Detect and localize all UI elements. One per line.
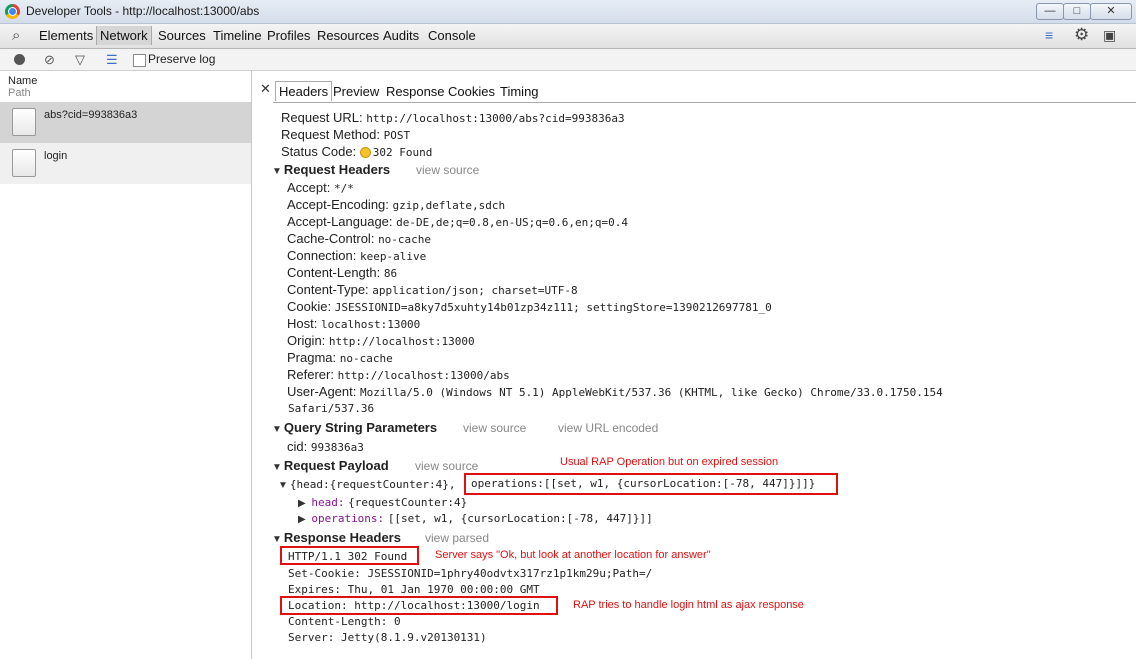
status-dot-icon <box>359 147 371 159</box>
tab-audits[interactable]: Audits <box>383 28 419 43</box>
request-name: abs?cid=993836a3 <box>44 109 138 121</box>
header-cookie: Cookie: JSESSIONID=a8ky7d5xuhty14b01zp34… <box>287 299 772 314</box>
request-row[interactable]: abs?cid=993836a3 <box>0 102 251 143</box>
devtools-toolbar: ⌕ Elements Network Sources Timeline Prof… <box>0 24 1136 49</box>
tab-cookies[interactable]: Cookies <box>448 84 495 99</box>
request-name: login <box>44 150 68 162</box>
document-icon <box>12 108 36 136</box>
view-url-encoded-link[interactable]: view URL encoded <box>558 421 658 435</box>
annotation-payload: Usual RAP Operation but on expired sessi… <box>560 456 779 468</box>
header-accept: Accept: */* <box>287 180 354 195</box>
tab-resources[interactable]: Resources <box>317 28 379 43</box>
query-param-cid: cid: 993836a3 <box>287 439 364 454</box>
tab-response[interactable]: Response <box>386 84 445 99</box>
window-titlebar: Developer Tools - http://localhost:13000… <box>0 0 1136 24</box>
tab-console[interactable]: Console <box>428 28 476 43</box>
record-icon[interactable] <box>14 54 25 65</box>
tab-sources[interactable]: Sources <box>158 28 206 43</box>
view-source-link[interactable]: view source <box>415 459 478 473</box>
search-icon[interactable]: ⌕ <box>12 27 20 44</box>
payload-operations-node[interactable]: ▶ operations: [[set, w1, {cursorLocation… <box>298 510 653 525</box>
minimize-button[interactable]: — <box>1036 3 1064 20</box>
payload-summary[interactable]: ▼ {head:{requestCounter:4}, <box>278 476 455 491</box>
request-headers-section[interactable]: ▼ Request Headers <box>272 162 390 177</box>
view-parsed-link[interactable]: view parsed <box>425 531 489 545</box>
triangle-right-icon: ▶ <box>298 498 306 509</box>
tab-profiles[interactable]: Profiles <box>267 28 310 43</box>
response-server: Server: Jetty(8.1.9.v20130131) <box>288 631 487 644</box>
payload-head-node[interactable]: ▶ head: {requestCounter:4} <box>298 494 467 509</box>
header-content-type: Content-Type: application/json; charset=… <box>287 282 578 297</box>
preserve-log-checkbox[interactable] <box>133 54 146 67</box>
tab-timeline[interactable]: Timeline <box>213 28 262 43</box>
response-expires: Expires: Thu, 01 Jan 1970 00:00:00 GMT <box>288 583 540 596</box>
response-content-length: Content-Length: 0 <box>288 615 401 628</box>
triangle-down-icon: ▼ <box>272 534 282 545</box>
preserve-log-label: Preserve log <box>148 52 216 66</box>
tab-divider <box>273 102 1136 103</box>
path-column-label: Path <box>8 87 31 99</box>
document-icon <box>12 149 36 177</box>
response-status-line: HTTP/1.1 302 Found <box>288 550 408 563</box>
header-accept-encoding: Accept-Encoding: gzip,deflate,sdch <box>287 197 506 212</box>
query-params-section[interactable]: ▼ Query String Parameters <box>272 420 437 435</box>
network-toolbar: ⊘ ▽ ☰ Preserve log <box>0 49 1136 71</box>
column-header[interactable]: Name Path <box>8 75 37 99</box>
tab-timing[interactable]: Timing <box>500 84 539 99</box>
triangle-right-icon: ▶ <box>298 514 306 525</box>
response-headers-section[interactable]: ▼ Response Headers <box>272 530 401 545</box>
request-row[interactable]: login <box>0 143 251 184</box>
header-host: Host: localhost:13000 <box>287 316 421 331</box>
triangle-down-icon: ▼ <box>272 166 282 177</box>
payload-operations-boxed: operations:[[set, w1, {cursorLocation:[-… <box>471 477 816 490</box>
request-payload-section[interactable]: ▼ Request Payload <box>272 458 389 473</box>
gear-icon[interactable]: ⚙ <box>1074 25 1089 45</box>
request-url: Request URL: http://localhost:13000/abs?… <box>281 110 625 125</box>
header-connection: Connection: keep-alive <box>287 248 427 263</box>
close-icon[interactable]: ✕ <box>260 81 271 97</box>
annotation-status: Server says "Ok, but look at another loc… <box>435 549 711 561</box>
header-origin: Origin: http://localhost:13000 <box>287 333 475 348</box>
chrome-logo-icon <box>5 4 20 19</box>
header-pragma: Pragma: no-cache <box>287 350 393 365</box>
triangle-down-icon: ▼ <box>272 424 282 435</box>
clear-icon[interactable]: ⊘ <box>44 52 55 68</box>
tab-preview[interactable]: Preview <box>333 84 379 99</box>
request-list: Name Path abs?cid=993836a3 login <box>0 71 252 659</box>
annotation-location: RAP tries to handle login html as ajax r… <box>573 599 804 611</box>
header-content-length: Content-Length: 86 <box>287 265 398 280</box>
header-referer: Referer: http://localhost:13000/abs <box>287 367 510 382</box>
header-user-agent: User-Agent: Mozilla/5.0 (Windows NT 5.1)… <box>287 384 943 399</box>
triangle-down-icon: ▼ <box>278 480 288 491</box>
name-column-label: Name <box>8 75 38 87</box>
view-source-link[interactable]: view source <box>463 421 526 435</box>
response-set-cookie: Set-Cookie: JSESSIONID=1phry40odvtx317rz… <box>288 567 653 580</box>
dock-icon[interactable]: ▣ <box>1103 27 1116 44</box>
tab-network[interactable]: Network <box>96 26 152 45</box>
header-accept-language: Accept-Language: de-DE,de;q=0.8,en-US;q=… <box>287 214 628 229</box>
tab-headers[interactable]: Headers <box>275 81 333 101</box>
status-code: Status Code: 302 Found <box>281 144 433 159</box>
maximize-button[interactable]: □ <box>1063 3 1091 20</box>
close-window-button[interactable]: ✕ <box>1090 3 1132 20</box>
window-title: Developer Tools - http://localhost:13000… <box>26 4 260 18</box>
header-cache-control: Cache-Control: no-cache <box>287 231 432 246</box>
view-source-link[interactable]: view source <box>416 163 479 177</box>
list-view-icon[interactable]: ☰ <box>106 52 118 68</box>
drawer-toggle-icon[interactable]: ≡ <box>1045 27 1053 43</box>
filter-icon[interactable]: ▽ <box>75 52 85 68</box>
request-method: Request Method: POST <box>281 127 411 142</box>
response-location: Location: http://localhost:13000/login <box>288 599 540 612</box>
header-user-agent-continued: Safari/537.36 <box>288 402 375 415</box>
tab-elements[interactable]: Elements <box>39 28 93 43</box>
triangle-down-icon: ▼ <box>272 462 282 473</box>
